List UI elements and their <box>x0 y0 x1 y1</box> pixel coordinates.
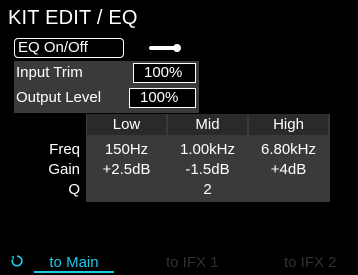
input-trim-field[interactable]: 100% <box>133 63 196 83</box>
output-level-label: Output Level <box>16 89 102 106</box>
q-high-cell[interactable] <box>249 179 328 201</box>
row-label-freq: Freq <box>49 141 80 158</box>
eq-parameter-table: Low Mid High Freq 150Hz 1.00kHz 6.80kHz … <box>0 114 358 202</box>
tab-to-main[interactable]: to Main <box>34 252 114 273</box>
tab-to-ifx2[interactable]: to IFX 2 <box>284 252 337 273</box>
input-trim-value: 100% <box>144 64 183 81</box>
q-mid-cell[interactable]: 2 <box>168 179 247 201</box>
q-low-cell[interactable] <box>87 179 166 201</box>
freq-mid-cell[interactable]: 1.00kHz <box>168 139 247 161</box>
tab-to-ifx1[interactable]: to IFX 1 <box>166 252 219 273</box>
input-trim-label: Input Trim <box>16 64 83 81</box>
page-title: KIT EDIT / EQ <box>8 7 138 29</box>
freq-low-cell[interactable]: 150Hz <box>87 139 166 161</box>
output-level-value: 100% <box>140 89 179 106</box>
switch-knob <box>173 44 181 52</box>
row-label-gain: Gain <box>48 161 80 178</box>
eq-toggle-switch[interactable] <box>149 44 181 52</box>
output-level-field[interactable]: 100% <box>129 88 196 108</box>
gain-low-cell[interactable]: +2.5dB <box>87 159 166 181</box>
column-header-low: Low <box>87 114 166 135</box>
eq-on-off-button[interactable]: EQ On/Off <box>14 38 124 58</box>
eq-on-off-label: EQ On/Off <box>18 39 88 56</box>
gain-mid-cell[interactable]: -1.5dB <box>168 159 247 181</box>
column-header-high: High <box>249 114 328 135</box>
row-label-q: Q <box>68 181 80 198</box>
freq-high-cell[interactable]: 6.80kHz <box>249 139 328 161</box>
undo-icon[interactable] <box>10 254 24 268</box>
column-header-mid: Mid <box>168 114 247 135</box>
gain-high-cell[interactable]: +4dB <box>249 159 328 181</box>
footer-nav: to Main to IFX 1 to IFX 2 <box>0 252 358 275</box>
